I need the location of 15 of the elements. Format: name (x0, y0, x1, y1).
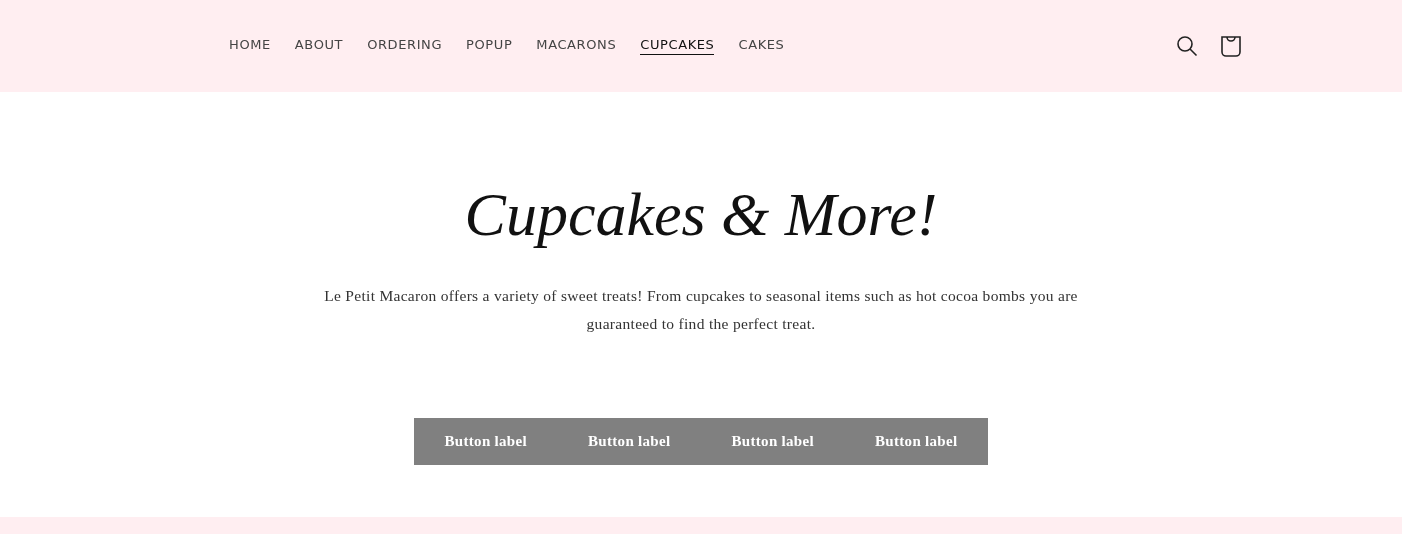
label-button[interactable]: Button label (701, 418, 845, 465)
nav-link[interactable]: ABOUT (294, 37, 344, 55)
search-icon[interactable] (1176, 35, 1198, 57)
shopping-bag-icon[interactable] (1220, 35, 1242, 57)
nav-link[interactable]: HOME (229, 37, 271, 55)
nav-link[interactable]: POPUP (466, 37, 513, 55)
label-button[interactable]: Button label (557, 418, 701, 465)
nav-link[interactable]: MACARONS (536, 37, 617, 55)
label-button[interactable]: Button label (414, 418, 558, 465)
page-title: Cupcakes & More! (464, 179, 938, 250)
nav-link[interactable]: ORDERING (367, 37, 443, 55)
nav-link[interactable]: CAKES (738, 37, 785, 55)
intro-text: Le Petit Macaron offers a variety of sweet treats! From cupcakes to seasonal items such as hot cocoa bombs you are guaranteed to find the perfect treat. (323, 286, 1079, 334)
label-button[interactable]: Button label (844, 418, 988, 465)
nav-link[interactable]: CUPCAKES (640, 37, 715, 55)
